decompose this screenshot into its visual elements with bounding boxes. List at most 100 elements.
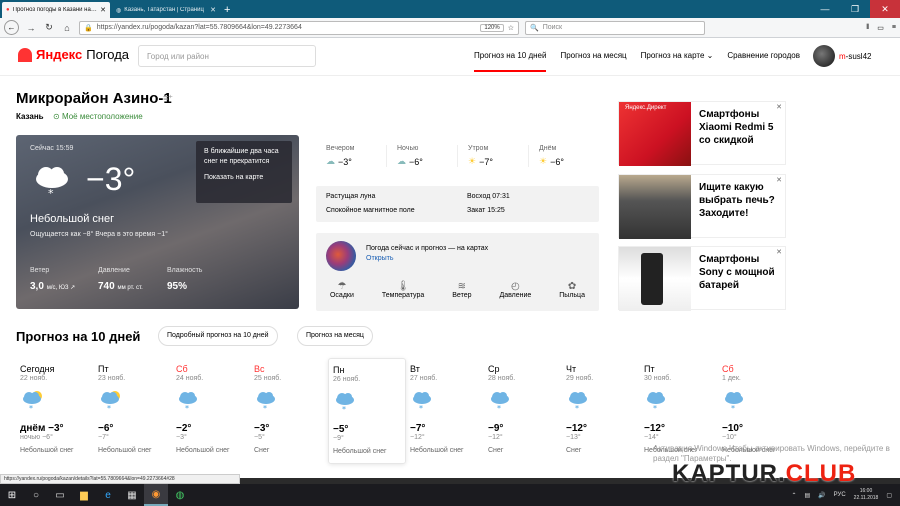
current-weather-card: Сейчас 15:59 * −3° Небольшой снег Ощущае… bbox=[16, 135, 299, 309]
day-name: Сб bbox=[722, 364, 734, 374]
day-name: Пт bbox=[98, 364, 109, 374]
nav-forecast-10-days[interactable]: Прогноз на 10 дней bbox=[474, 51, 547, 72]
status-bar-url: https://yandex.ru/pogoda/kazan/details?l… bbox=[0, 474, 240, 484]
whatsapp-icon[interactable]: ◍ bbox=[168, 484, 192, 506]
tab-kazan[interactable]: ◍ Казань, Татарстан | Страниц ✕ bbox=[112, 2, 220, 18]
browser-tab-bar: ● Прогноз погоды в Казани на 10 д ✕ ◍ Ка… bbox=[0, 0, 900, 18]
ad-sony[interactable]: Смартфоны Sony с мощной батарей ✕ bbox=[618, 246, 786, 311]
snow-cloud-icon: * bbox=[336, 393, 354, 414]
language-indicator[interactable]: РУС bbox=[834, 492, 846, 498]
day-name: Сегодня bbox=[20, 364, 55, 374]
search-icon[interactable]: ○ bbox=[24, 484, 48, 506]
city-search-input[interactable]: Город или район bbox=[138, 45, 316, 67]
svg-text:*: * bbox=[575, 404, 579, 412]
forward-icon[interactable]: → bbox=[25, 23, 37, 33]
calculator-icon[interactable]: ▦ bbox=[120, 484, 144, 506]
back-icon[interactable]: ← bbox=[4, 20, 19, 35]
svg-text:*: * bbox=[653, 404, 657, 412]
month-forecast-button[interactable]: Прогноз на месяц bbox=[297, 326, 373, 346]
sidebar-icon[interactable]: ▭ bbox=[877, 24, 884, 32]
maximize-icon[interactable]: ❐ bbox=[840, 4, 870, 15]
day-name: Вс bbox=[254, 364, 265, 374]
forecast-day[interactable]: Пт 23 нояб. * −6° −7° Небольшой снег bbox=[94, 358, 172, 464]
svg-text:*: * bbox=[419, 404, 423, 412]
day-low-temp: −12° bbox=[488, 434, 503, 441]
network-icon[interactable]: ▤ bbox=[805, 492, 811, 499]
library-icon[interactable]: ⫴ bbox=[866, 24, 869, 32]
notifications-icon[interactable]: ▢ bbox=[886, 492, 892, 499]
yandex-pogoda-logo[interactable]: Яндекс Погода bbox=[18, 47, 129, 62]
ad-xiaomi[interactable]: Яндекс.Директ Смартфоны Xiaomi Redmi 5 с… bbox=[618, 101, 786, 166]
forecast-day[interactable]: Вт 27 нояб. * −7° −12° Небольшой снег bbox=[406, 358, 484, 464]
map-temperature[interactable]: 🌡 Температура bbox=[382, 281, 424, 299]
map-wind[interactable]: ≋ Ветер bbox=[452, 281, 471, 299]
reload-icon[interactable]: ↻ bbox=[43, 22, 55, 33]
close-ad-icon[interactable]: ✕ bbox=[776, 248, 782, 256]
nav-forecast-month[interactable]: Прогноз на месяц bbox=[560, 51, 626, 72]
forecast-day[interactable]: Вс 25 нояб. * −3° −5° Снег bbox=[250, 358, 328, 464]
forecast-day[interactable]: Сб 24 нояб. * −2° −3° Небольшой снег bbox=[172, 358, 250, 464]
map-pollen[interactable]: ✿ Пыльца bbox=[559, 281, 585, 299]
new-tab-icon[interactable]: + bbox=[224, 4, 230, 16]
map-precipitation[interactable]: ☂ Осадки bbox=[330, 281, 354, 299]
clock[interactable]: 16:00 22.11.2018 bbox=[854, 488, 879, 502]
part-evening[interactable]: Вечером ☁ −3° bbox=[316, 145, 386, 167]
firefox-icon[interactable]: ◉ bbox=[144, 484, 168, 506]
forecast-day[interactable]: Сегодня 22 нояб. * днём −3° ночью −6° Небольш… bbox=[16, 358, 94, 464]
close-window-icon[interactable]: ✕ bbox=[870, 0, 900, 18]
part-day[interactable]: Днём ☀ −6° bbox=[528, 145, 599, 167]
system-tray: ⌃ ▤ 🔊 РУС 16:00 22.11.2018 ▢ bbox=[791, 488, 900, 502]
bookmark-star-icon[interactable]: ☆ bbox=[508, 24, 514, 32]
zoom-indicator[interactable]: 120% bbox=[480, 23, 504, 32]
explorer-icon[interactable]: ▆ bbox=[72, 484, 96, 506]
close-ad-icon[interactable]: ✕ bbox=[776, 176, 782, 184]
nowcast-text: В ближайшие два часа снег не прекратится bbox=[204, 148, 279, 165]
close-tab-icon[interactable]: ✕ bbox=[210, 6, 216, 14]
svg-text:*: * bbox=[107, 404, 111, 412]
detailed-forecast-button[interactable]: Подробный прогноз на 10 дней bbox=[158, 326, 278, 346]
menu-icon[interactable]: ≡ bbox=[892, 24, 896, 32]
forecast-day[interactable]: Ср 28 нояб. * −9° −12° Снег bbox=[484, 358, 562, 464]
day-date: 22 нояб. bbox=[20, 375, 48, 382]
ad-image bbox=[619, 247, 691, 311]
snow-cloud-icon: * bbox=[569, 392, 587, 413]
day-name: Вт bbox=[410, 364, 420, 374]
windows-start-icon[interactable]: ⊞ bbox=[0, 484, 24, 506]
day-name: Ср bbox=[488, 364, 500, 374]
home-icon[interactable]: ⌂ bbox=[61, 23, 73, 33]
browser-search-box[interactable]: 🔍 Поиск bbox=[525, 20, 705, 35]
edge-icon[interactable]: e bbox=[96, 484, 120, 506]
task-view-icon[interactable]: ▭ bbox=[48, 484, 72, 506]
part-morning[interactable]: Утром ☀ −7° bbox=[457, 145, 528, 167]
add-to-list-icon[interactable]: ≡⁺ bbox=[163, 93, 173, 104]
humidity-label: Влажность bbox=[167, 267, 203, 274]
tab-pogoda[interactable]: ● Прогноз погоды в Казани на 10 д ✕ bbox=[2, 2, 110, 18]
user-account[interactable]: m-susl42 bbox=[813, 45, 871, 67]
maps-open-link[interactable]: Открыть bbox=[366, 255, 394, 262]
close-ad-icon[interactable]: ✕ bbox=[776, 103, 782, 111]
my-location-link[interactable]: ⊙ Моё местоположение bbox=[53, 112, 143, 121]
username-first-letter: m bbox=[839, 51, 846, 61]
volume-icon[interactable]: 🔊 bbox=[818, 492, 825, 499]
city-name[interactable]: Казань bbox=[16, 112, 44, 121]
tray-up-icon[interactable]: ⌃ bbox=[791, 492, 796, 499]
map-thumbnail[interactable] bbox=[326, 241, 356, 271]
ad-stove[interactable]: Ищите какую выбрать печь? Заходите! ✕ bbox=[618, 174, 786, 239]
astro-info: Растущая луна Спокойное магнитное поле В… bbox=[316, 186, 599, 222]
nav-compare-cities[interactable]: Сравнение городов bbox=[727, 51, 800, 72]
tab-title: Прогноз погоды в Казани на 10 д bbox=[12, 7, 98, 13]
nav-forecast-map[interactable]: Прогноз на карте ⌄ bbox=[641, 51, 714, 72]
forecast-day[interactable]: Чт 29 нояб. * −12° −13° Снег bbox=[562, 358, 640, 464]
address-bar[interactable]: 🔒 https://yandex.ru/pogoda/kazan?lat=55.… bbox=[79, 20, 519, 35]
part-night[interactable]: Ночью ☁ −6° bbox=[386, 145, 457, 167]
browser-toolbar-icons: ⫴ ▭ ≡ bbox=[866, 24, 896, 32]
day-condition: Снег bbox=[254, 447, 270, 454]
forecast-day[interactable]: Пн 26 нояб. * −5° −9° Небольшой снег bbox=[328, 358, 406, 464]
close-tab-icon[interactable]: ✕ bbox=[100, 6, 106, 14]
sun-snow-icon: * bbox=[23, 391, 42, 413]
minimize-icon[interactable]: — bbox=[810, 4, 840, 14]
svg-text:*: * bbox=[185, 404, 189, 412]
show-on-map-link[interactable]: Показать на карте bbox=[204, 173, 284, 183]
day-date: 27 нояб. bbox=[410, 375, 438, 382]
map-pressure[interactable]: ◴ Давление bbox=[499, 281, 531, 299]
